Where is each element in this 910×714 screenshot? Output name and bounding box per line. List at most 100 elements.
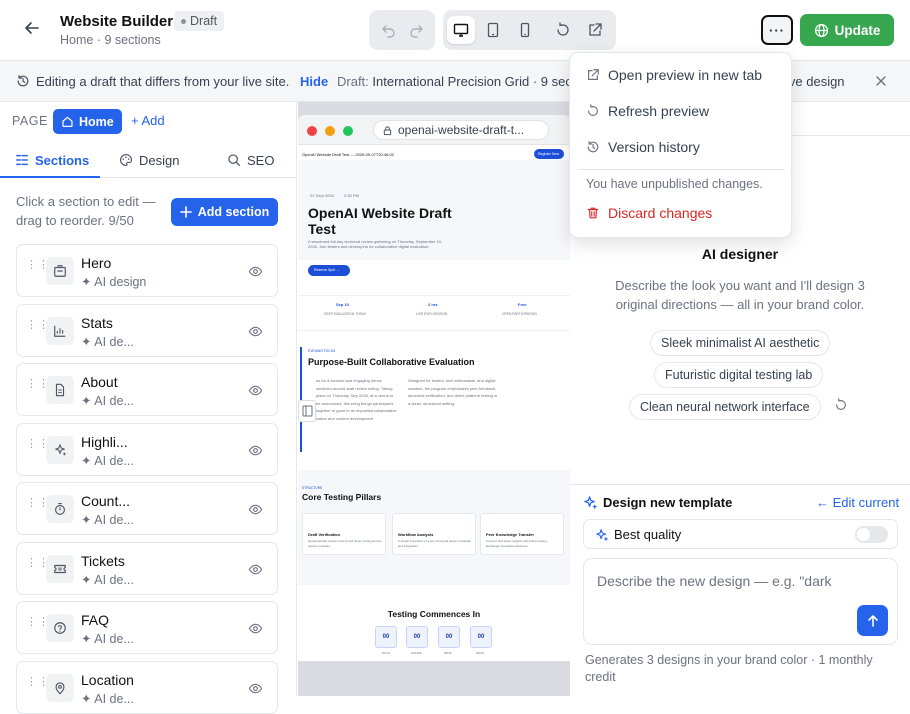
eye-icon[interactable] xyxy=(248,383,263,401)
ticket-icon xyxy=(46,555,74,583)
status-dot xyxy=(181,18,186,24)
pillar-title: Peer Knowledge Transfer xyxy=(486,532,535,537)
section2-left-text: us for a focused and engaging rience cen… xyxy=(316,378,397,421)
menu-item-open-preview[interactable]: Open preview in new tab xyxy=(586,67,762,83)
edit-current-link[interactable]: ← Edit current xyxy=(816,495,899,510)
section2-title: Purpose-Built Collaborative Evaluation xyxy=(308,357,475,367)
section-item-location[interactable]: ⋮⋮ Location ✦ AI de... xyxy=(16,661,278,714)
prompt-box xyxy=(583,558,898,645)
back-arrow-icon[interactable] xyxy=(22,18,42,38)
sparkle-icon xyxy=(46,436,74,464)
suggestion-chip[interactable]: Sleek minimalist AI aesthetic xyxy=(650,330,831,356)
register-button[interactable]: Register Now xyxy=(534,149,564,159)
active-tab-indicator xyxy=(0,176,100,178)
redo-icon[interactable] xyxy=(408,22,424,38)
menu-item-label: Open preview in new tab xyxy=(608,67,763,83)
divider xyxy=(578,169,785,170)
add-page-button[interactable]: + Add xyxy=(131,113,165,128)
app-title: Website Builder xyxy=(60,13,174,30)
help-icon xyxy=(46,614,74,642)
tab-design-label: Design xyxy=(139,152,180,168)
device-toggle-group xyxy=(443,10,616,50)
add-section-button[interactable]: Add section xyxy=(171,198,278,226)
divider xyxy=(570,484,910,485)
section-item-stats[interactable]: ⋮⋮ Stats ✦ AI de... xyxy=(16,304,278,357)
section-item-faq[interactable]: ⋮⋮ FAQ ✦ AI de... xyxy=(16,601,278,654)
close-icon[interactable] xyxy=(874,74,888,88)
reload-icon xyxy=(557,22,569,36)
eye-icon[interactable] xyxy=(248,324,263,342)
collapse-panel-handle[interactable] xyxy=(298,400,316,422)
home-icon xyxy=(62,116,73,127)
section-item-countdown[interactable]: ⋮⋮ Count... ✦ AI de... xyxy=(16,482,278,535)
banner-draft-info: Draft: International Precision Grid · 9 … xyxy=(337,74,569,89)
section-item-tickets[interactable]: ⋮⋮ Tickets ✦ AI de... xyxy=(16,542,278,595)
url-text: openai-website-draft-t... xyxy=(398,123,525,137)
section3-kicker: STRUCTURE xyxy=(302,486,323,490)
mobile-icon xyxy=(520,22,530,38)
tablet-view-button[interactable] xyxy=(479,16,507,44)
update-button[interactable]: Update xyxy=(800,14,894,46)
banner-hide-link[interactable]: Hide xyxy=(300,74,328,89)
section2-kicker: EVENING FOCUS xyxy=(308,349,336,353)
search-icon xyxy=(228,154,240,166)
best-quality-row[interactable]: Best quality xyxy=(583,519,898,549)
divider xyxy=(298,295,570,296)
menu-item-discard-changes[interactable]: Discard changes xyxy=(586,205,712,221)
suggestion-chip[interactable]: Futuristic digital testing lab xyxy=(654,362,824,388)
panel-toggle-icon xyxy=(302,405,313,417)
more-options-button[interactable]: ··· xyxy=(761,15,793,45)
undo-redo-group xyxy=(369,10,435,50)
banner-draft-prefix: Draft: xyxy=(337,74,369,89)
browser-bar: openai-website-draft-t... xyxy=(298,115,570,145)
mobile-view-button[interactable] xyxy=(511,16,539,44)
section-item-hero[interactable]: ⋮⋮ Hero ✦ AI design xyxy=(16,244,278,297)
eye-icon[interactable] xyxy=(248,562,263,580)
eye-icon[interactable] xyxy=(248,264,263,282)
suggestion-chip[interactable]: Clean neural network interface xyxy=(629,394,821,420)
tab-sections[interactable]: Sections xyxy=(15,142,89,178)
credit-note: Generates 3 designs in your brand color … xyxy=(585,653,873,684)
section-item-about[interactable]: ⋮⋮ About ✦ AI de... xyxy=(16,363,278,416)
section-item-highlights[interactable]: ⋮⋮ Highli... ✦ AI de... xyxy=(16,423,278,476)
section-name: Tickets xyxy=(81,553,125,569)
desktop-view-button[interactable] xyxy=(447,16,475,44)
tab-design[interactable]: Design xyxy=(119,142,179,178)
hero-cta-button[interactable]: Reserve Spot → xyxy=(308,265,350,276)
preview-browser[interactable]: openai-website-draft-t... OpenAI Website… xyxy=(298,115,570,661)
reload-preview-button[interactable] xyxy=(549,16,577,44)
menu-item-version-history[interactable]: Version history xyxy=(586,139,700,155)
left-panel: PAGE Home + Add Sections Design SEO Clic… xyxy=(0,102,297,714)
panel-tabs: Sections Design SEO xyxy=(0,142,297,178)
eye-icon[interactable] xyxy=(248,443,263,461)
hero-title: OpenAI Website Draft Test xyxy=(308,205,452,237)
eye-icon[interactable] xyxy=(248,681,263,699)
unpublished-note: You have unpublished changes. xyxy=(586,177,763,191)
chart-icon xyxy=(46,317,74,345)
preview-area: openai-website-draft-t... OpenAI Website… xyxy=(298,102,570,696)
banner-live-design-link[interactable]: ive design xyxy=(786,74,845,89)
countdown-days: 00 xyxy=(375,626,397,648)
design-prompt-input[interactable] xyxy=(597,570,877,592)
open-external-button[interactable] xyxy=(581,16,609,44)
section-tag: ✦ AI de... xyxy=(81,335,134,349)
section-name: Highli... xyxy=(81,434,128,450)
section-tag: ✦ AI de... xyxy=(81,632,134,646)
section-name: About xyxy=(81,374,118,390)
menu-item-refresh-preview[interactable]: Refresh preview xyxy=(586,103,709,119)
undo-icon[interactable] xyxy=(381,22,397,38)
update-label: Update xyxy=(834,22,881,38)
send-button[interactable] xyxy=(857,605,888,636)
url-bar[interactable]: openai-website-draft-t... xyxy=(373,120,549,140)
section-tag: ✦ AI de... xyxy=(81,573,134,587)
eye-icon[interactable] xyxy=(248,621,263,639)
best-quality-toggle[interactable] xyxy=(855,526,888,543)
menu-item-label: Version history xyxy=(608,139,700,155)
eye-icon[interactable] xyxy=(248,502,263,520)
tab-seo[interactable]: SEO xyxy=(227,142,274,178)
sparkle-icon xyxy=(595,528,609,545)
refresh-suggestions-icon[interactable] xyxy=(834,398,848,415)
page-home-button[interactable]: Home xyxy=(53,109,122,134)
page-label: PAGE xyxy=(12,114,48,128)
section-tag: ✦ AI de... xyxy=(81,692,134,706)
